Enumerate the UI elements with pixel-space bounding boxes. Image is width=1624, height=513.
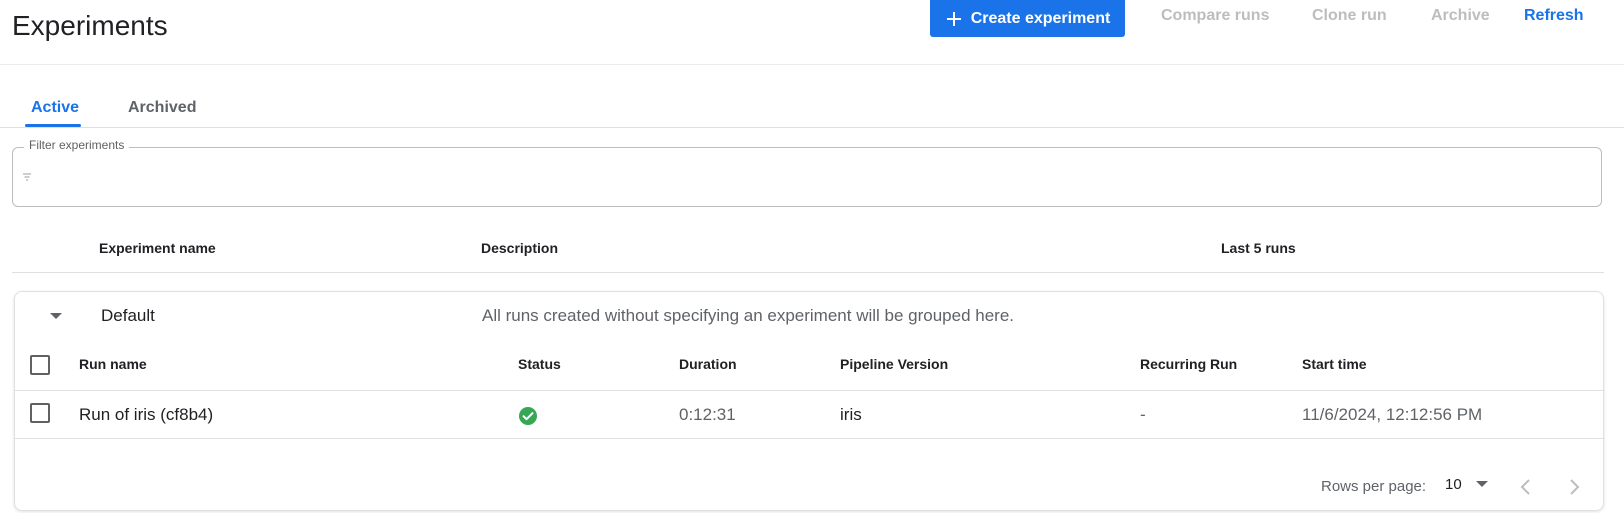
chevron-left-icon[interactable]: [1520, 478, 1532, 496]
caret-down-icon[interactable]: [49, 312, 63, 320]
filter-experiments-input[interactable]: [12, 147, 1602, 207]
run-header-divider: [15, 390, 1603, 391]
tab-active[interactable]: Active: [31, 99, 79, 117]
rows-per-page-label: Rows per page:: [1321, 478, 1427, 495]
run-column-header-status[interactable]: Status: [518, 356, 561, 372]
run-column-header-run-name[interactable]: Run name: [79, 356, 147, 372]
select-all-runs-checkbox[interactable]: [30, 355, 50, 375]
refresh-button[interactable]: Refresh: [1524, 7, 1584, 25]
chevron-right-icon[interactable]: [1568, 478, 1580, 496]
clone-run-button[interactable]: Clone run: [1312, 7, 1387, 25]
run-start-time: 11/6/2024, 12:12:56 PM: [1302, 405, 1483, 424]
row-divider: [15, 438, 1603, 439]
run-pipeline-version[interactable]: iris: [840, 405, 862, 425]
rows-per-page-select[interactable]: 10: [1445, 476, 1488, 493]
column-header-divider: [12, 272, 1604, 273]
run-recurring-run: -: [1140, 405, 1146, 424]
column-header-experiment-name[interactable]: Experiment name: [99, 240, 216, 256]
tabs-divider: [0, 127, 1624, 128]
filter-experiments-label: Filter experiments: [24, 138, 130, 152]
page-title: Experiments: [12, 10, 168, 41]
plus-icon: [946, 11, 961, 26]
tab-archived[interactable]: Archived: [128, 99, 196, 117]
create-experiment-label: Create experiment: [970, 9, 1111, 27]
archive-button[interactable]: Archive: [1431, 7, 1490, 25]
header-divider: [0, 64, 1624, 65]
filter-icon: [23, 173, 31, 181]
create-experiment-button[interactable]: Create experiment: [930, 0, 1125, 37]
column-header-last-5-runs: Last 5 runs: [1221, 240, 1296, 256]
run-column-header-recurring-run[interactable]: Recurring Run: [1140, 356, 1237, 372]
experiment-description: All runs created without specifying an e…: [482, 306, 1015, 325]
run-name-link[interactable]: Run of iris (cf8b4): [79, 405, 213, 425]
run-column-header-start-time[interactable]: Start time: [1302, 356, 1367, 372]
run-column-header-duration[interactable]: Duration: [679, 356, 737, 372]
experiment-name[interactable]: Default: [101, 306, 155, 326]
run-row-checkbox[interactable]: [30, 403, 50, 423]
caret-down-icon: [1475, 481, 1488, 487]
check-circle-icon: [519, 407, 537, 425]
column-header-description: Description: [481, 240, 559, 256]
run-duration: 0:12:31: [679, 405, 736, 424]
rows-per-page-value: 10: [1445, 476, 1462, 493]
run-column-header-pipeline-version[interactable]: Pipeline Version: [840, 356, 948, 372]
compare-runs-button[interactable]: Compare runs: [1161, 7, 1269, 25]
